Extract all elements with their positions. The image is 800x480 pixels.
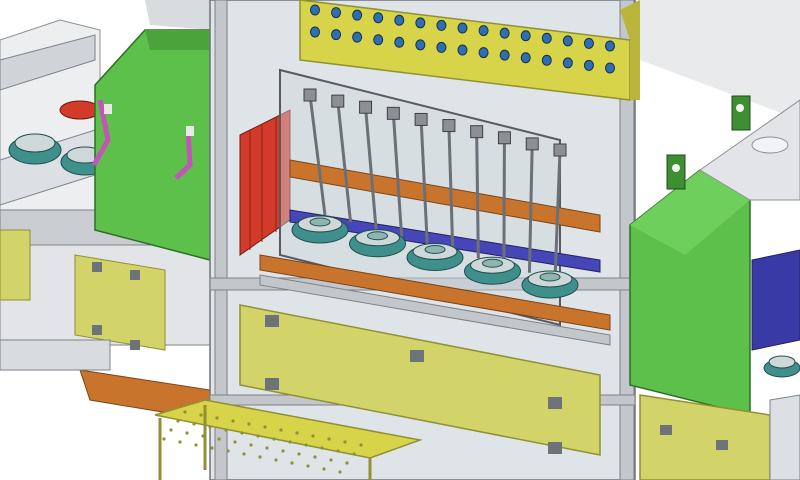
nozzle-hole — [415, 17, 426, 29]
nozzle-hole — [457, 44, 468, 56]
nozzle-hole — [310, 4, 320, 16]
perforation — [247, 422, 251, 426]
tube-clamp — [303, 88, 317, 102]
nozzle-hole — [436, 19, 447, 31]
tube-clamp — [331, 94, 345, 108]
perforation — [274, 458, 278, 462]
nozzle-hole — [457, 22, 468, 34]
nozzle-hole — [562, 57, 573, 69]
perforation — [320, 446, 324, 450]
perforation — [201, 434, 205, 438]
perforation — [185, 431, 189, 435]
right-olive-panel — [639, 394, 800, 480]
nozzle-hole — [499, 49, 510, 61]
perforation — [272, 437, 276, 441]
nozzle-hole — [499, 27, 510, 39]
nozzle-hole — [352, 31, 363, 43]
perforation — [345, 461, 349, 465]
perforation — [327, 437, 331, 441]
tube-clamp — [525, 137, 539, 151]
perforation — [249, 443, 253, 447]
nozzle-hole — [541, 32, 552, 44]
tube-clamp — [386, 106, 400, 120]
nozzle-hole — [331, 29, 342, 41]
perforation — [178, 440, 182, 444]
perforation — [263, 425, 267, 429]
perforation — [199, 413, 203, 417]
wheel-hub — [539, 272, 561, 282]
perforation — [279, 428, 283, 432]
nozzle-hole — [352, 9, 363, 21]
tube-clamp — [414, 112, 428, 126]
perforation — [288, 440, 292, 444]
nozzle-hole — [415, 39, 426, 51]
nozzle-hole — [583, 37, 594, 49]
nozzle-hole — [331, 7, 342, 19]
tube — [502, 137, 506, 266]
nozzle-hole — [436, 41, 447, 53]
perforation — [226, 449, 230, 453]
perforation — [258, 455, 262, 459]
perforation — [176, 419, 180, 423]
nozzle-hole — [394, 36, 405, 48]
cad-assembly-render — [0, 0, 800, 480]
wheel-hub — [482, 258, 503, 268]
nozzle-hole — [605, 62, 615, 74]
perforation — [311, 434, 315, 438]
perforation — [183, 410, 187, 414]
perforation — [208, 425, 212, 429]
perforation — [256, 434, 260, 438]
perforation — [215, 416, 219, 420]
perforation — [290, 461, 294, 465]
perforation — [352, 452, 356, 456]
nozzle-hole — [562, 35, 573, 47]
nozzle-hole — [520, 52, 531, 64]
perforation — [162, 437, 166, 441]
nozzle-hole — [310, 26, 320, 38]
nozzle-hole — [478, 25, 489, 37]
tube-clamp — [359, 100, 373, 114]
tube-clamp — [497, 131, 511, 145]
perforation — [336, 449, 340, 453]
tube — [475, 131, 480, 259]
perforation — [224, 428, 228, 432]
tube-clamp — [470, 125, 484, 139]
perforation — [242, 452, 246, 456]
perforation — [231, 419, 235, 423]
nozzle-hole — [541, 54, 552, 66]
nozzle-hole — [605, 40, 615, 52]
wheel-hub — [367, 231, 388, 241]
perforation — [322, 467, 326, 471]
perforation — [217, 437, 221, 441]
perforation — [265, 446, 269, 450]
cad-viewport[interactable] — [0, 0, 800, 480]
perforation — [295, 431, 299, 435]
perforation — [343, 440, 347, 444]
wheel-hub — [424, 245, 446, 254]
nozzle-hole — [373, 34, 384, 46]
perforation — [194, 443, 198, 447]
nozzle-hole — [583, 59, 594, 71]
tube-clamp — [442, 119, 456, 133]
perforation — [359, 443, 363, 447]
perforation — [313, 455, 317, 459]
tube-clamp — [553, 143, 567, 157]
perforation — [329, 458, 333, 462]
nozzle-hole — [394, 14, 405, 26]
nozzle-hole — [373, 12, 384, 24]
nozzle-hole — [478, 47, 489, 59]
perforation — [281, 449, 285, 453]
nozzle-hole — [520, 30, 531, 42]
perforation — [192, 422, 196, 426]
wheel-hub — [309, 217, 331, 227]
perforation — [169, 428, 173, 432]
perforation — [210, 446, 214, 450]
perforation — [233, 440, 237, 444]
perforation — [240, 431, 244, 435]
perforation — [297, 452, 301, 456]
perforation — [306, 464, 310, 468]
perforation — [338, 470, 342, 474]
perforation — [304, 443, 308, 447]
